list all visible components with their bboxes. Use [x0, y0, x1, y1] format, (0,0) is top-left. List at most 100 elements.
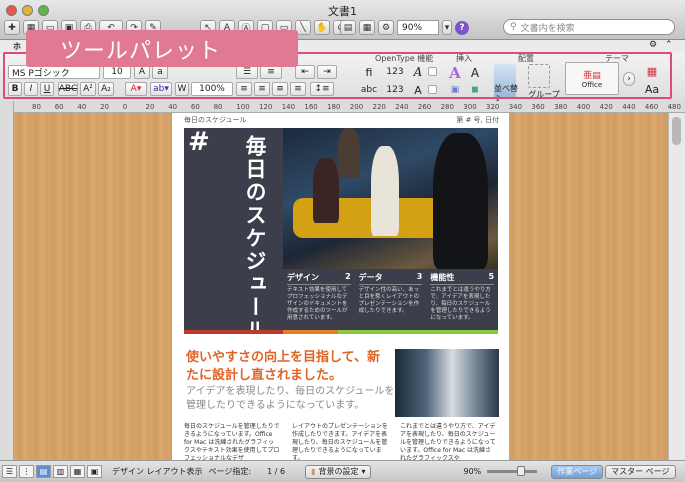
theme-preview-icon: 亜▤ [583, 71, 601, 81]
theme-next-icon[interactable]: › [623, 72, 635, 86]
server-room-photo[interactable] [395, 349, 499, 417]
insert-textbox-icon[interactable]: A [466, 64, 484, 82]
sidebar-icon[interactable]: ▤ [340, 20, 356, 35]
opentype-group-label: OpenType 機能 [375, 54, 434, 63]
ribbon-collapse-icon[interactable]: ⌃ [665, 40, 673, 50]
theme-office-label: Office [581, 81, 603, 89]
toolbox-icon[interactable]: ⚙ [378, 20, 394, 35]
feature-col-3: 機能性 5 これまでとは違うやり方で、アイデアを表現したり、毎日のスケジュールを管… [426, 269, 498, 330]
ligature-fi-button[interactable]: fi [358, 65, 380, 79]
feature-col-2-title: データ [358, 273, 383, 282]
draft-view-icon[interactable]: ☰ [2, 465, 17, 478]
opentype-checkbox-1[interactable] [428, 67, 437, 76]
help-icon[interactable]: ? [455, 20, 469, 35]
insert-shape-icon[interactable]: ◼ [466, 83, 484, 97]
contextual-alt-icon[interactable]: A [410, 83, 426, 97]
outline-view-icon[interactable]: ⋮ [19, 465, 34, 478]
bold-button[interactable]: B [8, 82, 22, 96]
page-label: ページ指定: [208, 467, 252, 476]
page-value[interactable]: 1 / 6 [267, 467, 285, 476]
group-icon[interactable] [528, 64, 550, 88]
ruler-tick-label: 40 [168, 103, 178, 111]
notebook-view-icon[interactable]: ▦ [70, 465, 85, 478]
align-right-icon[interactable]: ≡ [272, 82, 288, 96]
document-page[interactable]: 毎日のスケジュール 第 # 号, 日付 # 毎日のスケジュール デザイン 2 テキ… [172, 113, 509, 460]
work-page-button[interactable]: 作業ページ [551, 464, 604, 479]
opentype-checkbox-2[interactable] [428, 85, 437, 94]
publishing-layout-icon[interactable]: ▤ [36, 465, 51, 478]
subheadline[interactable]: アイデアを表現したり、毎日のスケジュールを管理したりできるようになっています。 [186, 385, 396, 413]
number-style-button[interactable]: 123 [382, 65, 408, 79]
media-browser-icon[interactable]: ▦ [359, 20, 375, 35]
strikethrough-button[interactable]: ABC [58, 82, 78, 96]
zoom-chevron-icon[interactable]: ▾ [442, 20, 452, 35]
ruler-tick-label: 300 [463, 103, 477, 111]
font-color-button[interactable]: A▾ [125, 82, 147, 96]
ruler-tick-label: 120 [259, 103, 273, 111]
body-column-3[interactable]: これまでとは違うやり方で、アイデアを表現したり、毎日のスケジュールを管理したりで… [400, 423, 496, 460]
line-spacing-icon[interactable]: ↕≡ [310, 82, 334, 96]
window-title: 文書1 [328, 5, 357, 18]
scroll-thumb[interactable] [672, 117, 681, 145]
subscript-button[interactable]: A₂ [98, 82, 114, 96]
grow-font-icon[interactable]: A [134, 65, 150, 79]
search-input[interactable]: ⚲ 文書内を検索 [503, 19, 675, 35]
italic-button[interactable]: I [24, 82, 38, 96]
layout-mode-label: デザイン レイアウト表示 [112, 467, 203, 476]
focus-view-icon[interactable]: ▣ [87, 465, 102, 478]
align-center-icon[interactable]: ≡ [254, 82, 270, 96]
master-page-button[interactable]: マスター ページ [605, 464, 676, 479]
outdent-icon[interactable]: ⇤ [295, 65, 315, 79]
ruler-tick-label: 400 [576, 103, 591, 111]
new-document-icon[interactable]: ✚ [4, 20, 20, 35]
person-1 [313, 158, 339, 223]
ruler-tick-label: 320 [486, 103, 500, 111]
align-left-icon[interactable]: ≡ [236, 82, 252, 96]
body-column-2[interactable]: レイアウトのプレゼンテーションを作成したりできます。アイデアを表現したり、毎日の… [292, 423, 388, 460]
zoom-select[interactable]: 90% [397, 20, 439, 35]
text-effects-icon[interactable]: W [175, 82, 189, 96]
headline[interactable]: 使いやすさの向上を目指して、新たに設計し直されました。 [186, 349, 391, 385]
font-size-select[interactable]: 10 [103, 65, 131, 79]
page-header-left: 毎日のスケジュール [184, 116, 247, 124]
zoom-percent-field[interactable]: 100% [191, 82, 233, 96]
search-placeholder: 文書内を検索 [520, 23, 575, 34]
background-settings-button[interactable]: ▮ 背景の設定 ▾ [305, 464, 372, 479]
ruler-tick-label: 440 [622, 103, 636, 111]
background-icon: ▮ [311, 467, 316, 476]
zoom-slider[interactable] [487, 466, 538, 476]
highlight-button[interactable]: ab▾ [150, 82, 172, 96]
indent-icon[interactable]: ⇥ [317, 65, 337, 79]
font-name-select[interactable]: MS Pゴシック [8, 65, 100, 79]
print-layout-icon[interactable]: ▥ [53, 465, 68, 478]
ribbon-settings-icon[interactable]: ⚙ [649, 40, 657, 50]
justify-icon[interactable]: ≡ [290, 82, 306, 96]
feature-col-1: デザイン 2 テキスト効果を使用してプロフェッショナルなデザインのドキュメントを作… [283, 269, 355, 330]
chevron-down-icon: ▾ [361, 467, 366, 476]
numbering-icon[interactable]: ≡ [260, 65, 282, 79]
number-spacing-button[interactable]: 123 [382, 83, 408, 97]
hero-photo[interactable] [283, 128, 498, 269]
superscript-button[interactable]: A² [80, 82, 96, 96]
swash-abc-button[interactable]: abc [358, 83, 380, 97]
zoom-slider-thumb[interactable] [517, 466, 526, 476]
stripe-red [184, 330, 283, 334]
insert-picture-icon[interactable]: ▣ [445, 83, 465, 97]
ruler-tick-label: 0 [122, 103, 128, 111]
underline-button[interactable]: U [40, 82, 54, 96]
ruler-tick-label: 460 [644, 103, 659, 111]
ruler-tick-label: 60 [54, 103, 64, 111]
wordart-icon[interactable]: A [445, 64, 465, 82]
stylistic-set-icon[interactable]: A [410, 65, 426, 79]
ruler-tick-label: 40 [77, 103, 87, 111]
theme-fonts-button[interactable]: Aa [641, 82, 663, 96]
hand-icon[interactable]: ✋ [314, 20, 330, 35]
tab-home[interactable]: ホ [13, 41, 21, 52]
body-column-1[interactable]: 毎日のスケジュールを管理したりできるようになっています。Office for M… [184, 423, 280, 460]
vertical-title[interactable]: 毎日のスケジュール [240, 135, 270, 342]
vertical-scrollbar[interactable] [668, 113, 685, 460]
theme-colors-icon[interactable]: ▦ [641, 64, 663, 78]
bullets-icon[interactable]: ☰ [236, 65, 258, 79]
theme-office-thumb[interactable]: 亜▤ Office [565, 62, 619, 95]
shrink-font-icon[interactable]: a [152, 65, 168, 79]
